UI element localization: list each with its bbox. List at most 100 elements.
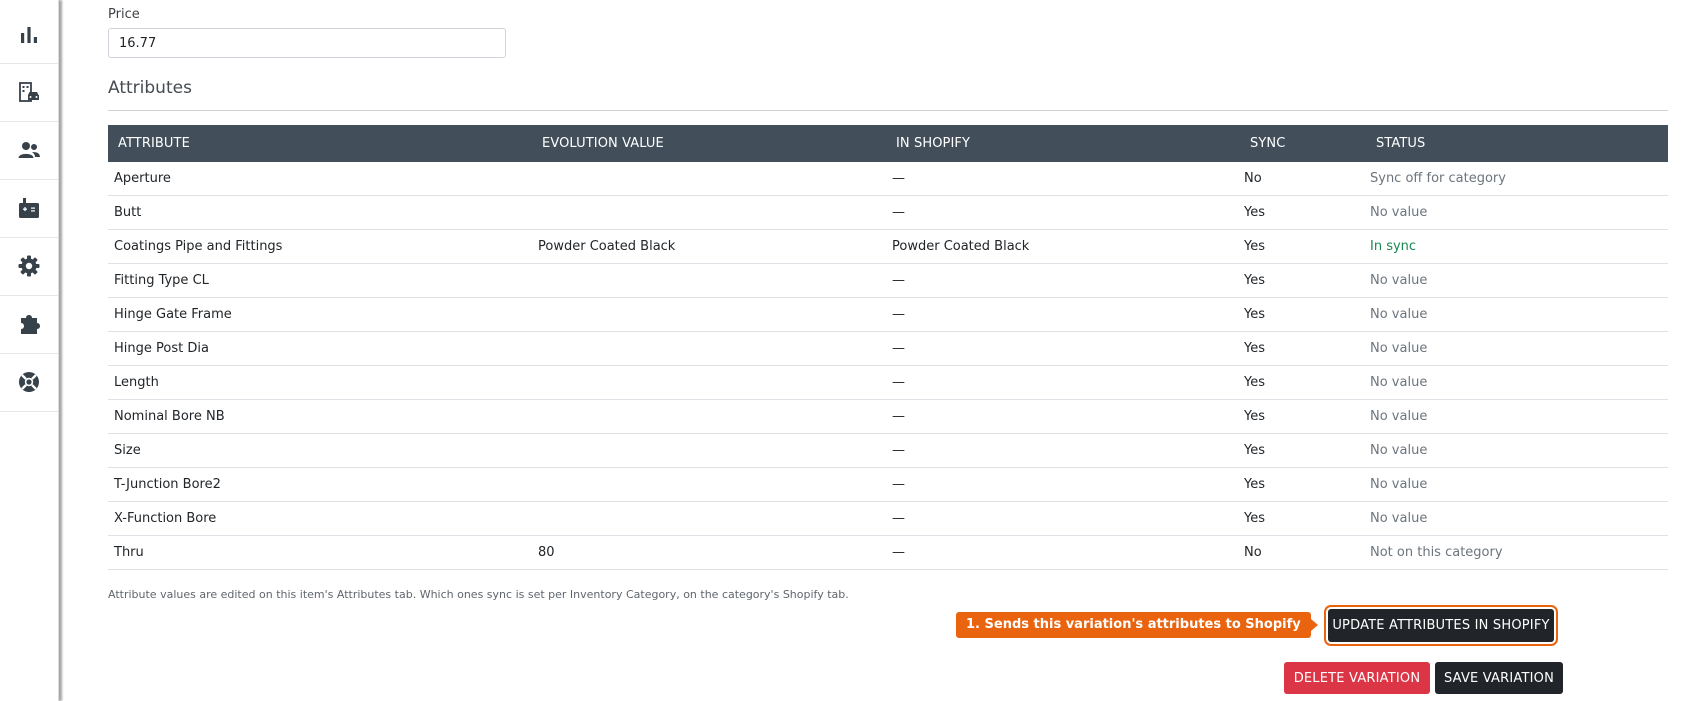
in-shopify-cell: — bbox=[886, 433, 1240, 468]
sidebar-item-reports[interactable] bbox=[0, 5, 58, 64]
life-ring-icon bbox=[19, 372, 39, 392]
sync-cell: No bbox=[1240, 535, 1366, 570]
evolution-value-cell bbox=[532, 331, 886, 366]
in-shopify-cell: — bbox=[886, 365, 1240, 400]
attribute-cell: Thru bbox=[108, 535, 532, 570]
evolution-value-cell bbox=[532, 162, 886, 196]
column-header-in-shopify: IN SHOPIFY bbox=[886, 125, 1240, 162]
in-shopify-cell: — bbox=[886, 162, 1240, 196]
status-cell: No value bbox=[1366, 501, 1668, 536]
attributes-heading: Attributes bbox=[108, 78, 192, 98]
building-car-icon bbox=[19, 82, 39, 102]
sync-cell: Yes bbox=[1240, 433, 1366, 468]
table-row: Butt — Yes No value bbox=[108, 195, 1668, 230]
sidebar-item-integrations[interactable] bbox=[0, 295, 58, 354]
evolution-value-cell bbox=[532, 501, 886, 536]
evolution-value-cell bbox=[532, 467, 886, 502]
users-icon bbox=[18, 142, 40, 158]
in-shopify-cell: — bbox=[886, 399, 1240, 434]
attributes-footnote: Attribute values are edited on this item… bbox=[108, 588, 849, 601]
attribute-cell: Length bbox=[108, 365, 532, 400]
evolution-value-cell bbox=[532, 263, 886, 298]
in-shopify-cell: — bbox=[886, 195, 1240, 230]
sync-cell: Yes bbox=[1240, 229, 1366, 264]
table-row: Hinge Gate Frame — Yes No value bbox=[108, 297, 1668, 332]
evolution-value-cell: Powder Coated Black bbox=[532, 229, 886, 264]
status-cell: No value bbox=[1366, 433, 1668, 468]
column-header-status: STATUS bbox=[1366, 125, 1668, 162]
evolution-value-cell bbox=[532, 399, 886, 434]
attribute-cell: X-Function Bore bbox=[108, 501, 532, 536]
attribute-cell: Coatings Pipe and Fittings bbox=[108, 229, 532, 264]
sync-cell: Yes bbox=[1240, 399, 1366, 434]
table-row: Length — Yes No value bbox=[108, 365, 1668, 400]
status-cell: No value bbox=[1366, 263, 1668, 298]
attributes-table: ATTRIBUTE EVOLUTION VALUE IN SHOPIFY SYN… bbox=[108, 125, 1668, 570]
status-cell: In sync bbox=[1366, 229, 1668, 264]
sidebar bbox=[0, 0, 59, 701]
table-row: T-Junction Bore2 — Yes No value bbox=[108, 467, 1668, 502]
bar-chart-icon bbox=[21, 27, 37, 43]
sync-cell: Yes bbox=[1240, 467, 1366, 502]
section-divider bbox=[108, 110, 1668, 111]
in-shopify-cell: — bbox=[886, 331, 1240, 366]
attribute-cell: Fitting Type CL bbox=[108, 263, 532, 298]
evolution-value-cell bbox=[532, 365, 886, 400]
table-row: Hinge Post Dia — Yes No value bbox=[108, 331, 1668, 366]
in-shopify-cell: — bbox=[886, 297, 1240, 332]
status-cell: Sync off for category bbox=[1366, 162, 1668, 196]
attribute-cell: Size bbox=[108, 433, 532, 468]
sidebar-item-branches[interactable] bbox=[0, 63, 58, 122]
attribute-cell: Aperture bbox=[108, 162, 532, 196]
cash-register-icon bbox=[19, 198, 39, 218]
table-row: Fitting Type CL — Yes No value bbox=[108, 263, 1668, 298]
sidebar-item-help[interactable] bbox=[0, 353, 58, 412]
status-cell: No value bbox=[1366, 365, 1668, 400]
sidebar-item-users[interactable] bbox=[0, 121, 58, 180]
sidebar-item-settings[interactable] bbox=[0, 237, 58, 296]
attribute-cell: Hinge Post Dia bbox=[108, 331, 532, 366]
table-row: X-Function Bore — Yes No value bbox=[108, 501, 1668, 536]
attribute-cell: Butt bbox=[108, 195, 532, 230]
update-attributes-in-shopify-button[interactable]: UPDATE ATTRIBUTES IN SHOPIFY bbox=[1328, 609, 1554, 642]
table-row: Size — Yes No value bbox=[108, 433, 1668, 468]
table-row: Coatings Pipe and Fittings Powder Coated … bbox=[108, 229, 1668, 264]
attribute-cell: Nominal Bore NB bbox=[108, 399, 532, 434]
sync-cell: Yes bbox=[1240, 501, 1366, 536]
table-row: Nominal Bore NB — Yes No value bbox=[108, 399, 1668, 434]
column-header-attribute: ATTRIBUTE bbox=[108, 125, 532, 162]
attribute-cell: T-Junction Bore2 bbox=[108, 467, 532, 502]
sync-cell: Yes bbox=[1240, 365, 1366, 400]
evolution-value-cell: 80 bbox=[532, 535, 886, 570]
callout-badge: 1. Sends this variation's attributes to … bbox=[956, 612, 1318, 638]
in-shopify-cell: Powder Coated Black bbox=[886, 229, 1240, 264]
puzzle-piece-icon bbox=[21, 315, 40, 334]
attribute-cell: Hinge Gate Frame bbox=[108, 297, 532, 332]
in-shopify-cell: — bbox=[886, 467, 1240, 502]
status-cell: No value bbox=[1366, 399, 1668, 434]
status-cell: No value bbox=[1366, 331, 1668, 366]
in-shopify-cell: — bbox=[886, 263, 1240, 298]
status-cell: No value bbox=[1366, 297, 1668, 332]
evolution-value-cell bbox=[532, 433, 886, 468]
status-cell: Not on this category bbox=[1366, 535, 1668, 570]
evolution-value-cell bbox=[532, 297, 886, 332]
save-variation-button[interactable]: SAVE VARIATION bbox=[1435, 662, 1563, 694]
sync-cell: Yes bbox=[1240, 297, 1366, 332]
evolution-value-cell bbox=[532, 195, 886, 230]
sync-cell: Yes bbox=[1240, 331, 1366, 366]
column-header-evolution-value: EVOLUTION VALUE bbox=[532, 125, 886, 162]
price-label: Price bbox=[108, 7, 140, 22]
sync-cell: Yes bbox=[1240, 195, 1366, 230]
attributes-table-body: Aperture — No Sync off for category Butt — Yes… bbox=[108, 162, 1668, 570]
sidebar-item-pos[interactable] bbox=[0, 179, 58, 238]
gear-icon bbox=[18, 255, 40, 277]
column-header-sync: SYNC bbox=[1240, 125, 1366, 162]
attributes-table-header: ATTRIBUTE EVOLUTION VALUE IN SHOPIFY SYN… bbox=[108, 125, 1668, 162]
price-input[interactable] bbox=[108, 28, 506, 58]
table-row: Thru 80— No Not on this category bbox=[108, 535, 1668, 570]
status-cell: No value bbox=[1366, 195, 1668, 230]
delete-variation-button[interactable]: DELETE VARIATION bbox=[1284, 662, 1430, 694]
table-row: Aperture — No Sync off for category bbox=[108, 162, 1668, 196]
sync-cell: No bbox=[1240, 162, 1366, 196]
